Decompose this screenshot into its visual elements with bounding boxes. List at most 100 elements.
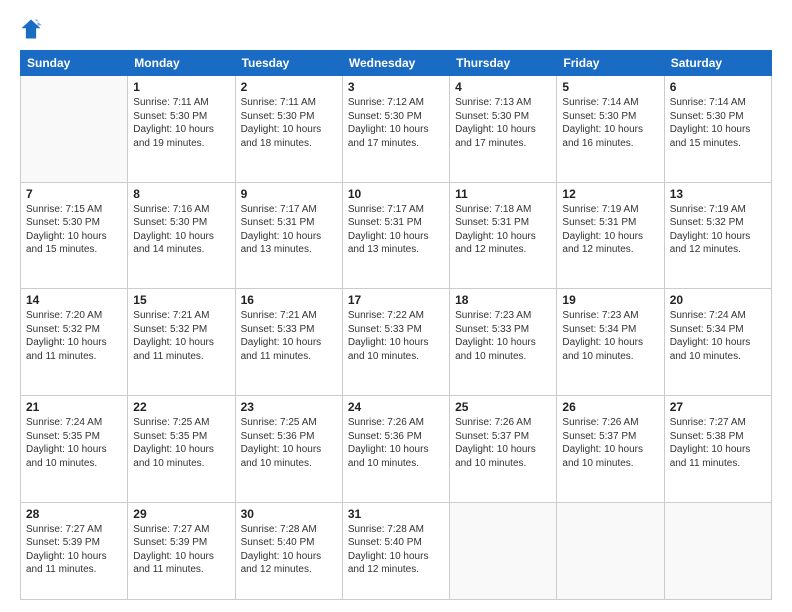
logo-icon bbox=[20, 18, 42, 40]
calendar: SundayMondayTuesdayWednesdayThursdayFrid… bbox=[20, 50, 772, 600]
calendar-cell bbox=[450, 502, 557, 599]
cell-info: Sunrise: 7:22 AM Sunset: 5:33 PM Dayligh… bbox=[348, 309, 444, 363]
cell-info: Sunrise: 7:26 AM Sunset: 5:36 PM Dayligh… bbox=[348, 416, 444, 470]
day-number: 12 bbox=[562, 187, 658, 201]
calendar-cell: 17 Sunrise: 7:22 AM Sunset: 5:33 PM Dayli… bbox=[342, 289, 449, 396]
cell-info: Sunrise: 7:25 AM Sunset: 5:35 PM Dayligh… bbox=[133, 416, 229, 470]
cell-info: Sunrise: 7:14 AM Sunset: 5:30 PM Dayligh… bbox=[562, 96, 658, 150]
calendar-cell: 1 Sunrise: 7:11 AM Sunset: 5:30 PM Daylig… bbox=[128, 76, 235, 183]
calendar-cell: 11Sunrise: 7:18 AM Sunset: 5:31 PM Dayli… bbox=[450, 182, 557, 289]
cell-info: Sunrise: 7:23 AM Sunset: 5:33 PM Dayligh… bbox=[455, 309, 551, 363]
day-number: 4 bbox=[455, 80, 551, 94]
cell-info: Sunrise: 7:21 AM Sunset: 5:33 PM Dayligh… bbox=[241, 309, 337, 363]
header bbox=[20, 18, 772, 40]
day-number: 31 bbox=[348, 507, 444, 521]
calendar-cell: 24 Sunrise: 7:26 AM Sunset: 5:36 PM Dayli… bbox=[342, 396, 449, 503]
cell-info: Sunrise: 7:19 AM Sunset: 5:31 PM Dayligh… bbox=[562, 203, 658, 257]
day-number: 8 bbox=[133, 187, 229, 201]
calendar-cell: 8Sunrise: 7:16 AM Sunset: 5:30 PM Daylig… bbox=[128, 182, 235, 289]
calendar-cell bbox=[557, 502, 664, 599]
cell-info: Sunrise: 7:27 AM Sunset: 5:39 PM Dayligh… bbox=[26, 523, 122, 577]
page: SundayMondayTuesdayWednesdayThursdayFrid… bbox=[0, 0, 792, 612]
day-number: 19 bbox=[562, 293, 658, 307]
calendar-cell: 15 Sunrise: 7:21 AM Sunset: 5:32 PM Dayli… bbox=[128, 289, 235, 396]
cell-info: Sunrise: 7:24 AM Sunset: 5:34 PM Dayligh… bbox=[670, 309, 766, 363]
weekday-header-row: SundayMondayTuesdayWednesdayThursdayFrid… bbox=[21, 51, 772, 76]
calendar-cell bbox=[664, 502, 771, 599]
day-number: 17 bbox=[348, 293, 444, 307]
weekday-header: Tuesday bbox=[235, 51, 342, 76]
day-number: 22 bbox=[133, 400, 229, 414]
calendar-cell: 31 Sunrise: 7:28 AM Sunset: 5:40 PM Dayli… bbox=[342, 502, 449, 599]
cell-info: Sunrise: 7:26 AM Sunset: 5:37 PM Dayligh… bbox=[562, 416, 658, 470]
calendar-week-row: 14 Sunrise: 7:20 AM Sunset: 5:32 PM Dayli… bbox=[21, 289, 772, 396]
calendar-week-row: 21 Sunrise: 7:24 AM Sunset: 5:35 PM Dayli… bbox=[21, 396, 772, 503]
cell-info: Sunrise: 7:20 AM Sunset: 5:32 PM Dayligh… bbox=[26, 309, 122, 363]
calendar-cell: 16 Sunrise: 7:21 AM Sunset: 5:33 PM Dayli… bbox=[235, 289, 342, 396]
day-number: 16 bbox=[241, 293, 337, 307]
calendar-cell: 13 Sunrise: 7:19 AM Sunset: 5:32 PM Dayli… bbox=[664, 182, 771, 289]
day-number: 15 bbox=[133, 293, 229, 307]
weekday-header: Thursday bbox=[450, 51, 557, 76]
cell-info: Sunrise: 7:18 AM Sunset: 5:31 PM Dayligh… bbox=[455, 203, 551, 257]
logo bbox=[20, 18, 46, 40]
calendar-cell: 6 Sunrise: 7:14 AM Sunset: 5:30 PM Daylig… bbox=[664, 76, 771, 183]
day-number: 29 bbox=[133, 507, 229, 521]
day-number: 27 bbox=[670, 400, 766, 414]
cell-info: Sunrise: 7:26 AM Sunset: 5:37 PM Dayligh… bbox=[455, 416, 551, 470]
weekday-header: Wednesday bbox=[342, 51, 449, 76]
cell-info: Sunrise: 7:17 AM Sunset: 5:31 PM Dayligh… bbox=[241, 203, 337, 257]
calendar-cell: 27 Sunrise: 7:27 AM Sunset: 5:38 PM Dayli… bbox=[664, 396, 771, 503]
day-number: 30 bbox=[241, 507, 337, 521]
calendar-cell: 3Sunrise: 7:12 AM Sunset: 5:30 PM Daylig… bbox=[342, 76, 449, 183]
calendar-cell: 22 Sunrise: 7:25 AM Sunset: 5:35 PM Dayli… bbox=[128, 396, 235, 503]
calendar-cell: 12 Sunrise: 7:19 AM Sunset: 5:31 PM Dayli… bbox=[557, 182, 664, 289]
day-number: 14 bbox=[26, 293, 122, 307]
cell-info: Sunrise: 7:23 AM Sunset: 5:34 PM Dayligh… bbox=[562, 309, 658, 363]
cell-info: Sunrise: 7:27 AM Sunset: 5:38 PM Dayligh… bbox=[670, 416, 766, 470]
calendar-week-row: 7Sunrise: 7:15 AM Sunset: 5:30 PM Daylig… bbox=[21, 182, 772, 289]
calendar-cell: 26 Sunrise: 7:26 AM Sunset: 5:37 PM Dayli… bbox=[557, 396, 664, 503]
day-number: 9 bbox=[241, 187, 337, 201]
calendar-cell: 19 Sunrise: 7:23 AM Sunset: 5:34 PM Dayli… bbox=[557, 289, 664, 396]
calendar-cell: 23Sunrise: 7:25 AM Sunset: 5:36 PM Dayli… bbox=[235, 396, 342, 503]
calendar-cell: 29 Sunrise: 7:27 AM Sunset: 5:39 PM Dayli… bbox=[128, 502, 235, 599]
day-number: 20 bbox=[670, 293, 766, 307]
day-number: 1 bbox=[133, 80, 229, 94]
calendar-cell: 18 Sunrise: 7:23 AM Sunset: 5:33 PM Dayli… bbox=[450, 289, 557, 396]
calendar-cell: 30 Sunrise: 7:28 AM Sunset: 5:40 PM Dayli… bbox=[235, 502, 342, 599]
cell-info: Sunrise: 7:17 AM Sunset: 5:31 PM Dayligh… bbox=[348, 203, 444, 257]
day-number: 25 bbox=[455, 400, 551, 414]
cell-info: Sunrise: 7:11 AM Sunset: 5:30 PM Dayligh… bbox=[133, 96, 229, 150]
day-number: 10 bbox=[348, 187, 444, 201]
cell-info: Sunrise: 7:27 AM Sunset: 5:39 PM Dayligh… bbox=[133, 523, 229, 577]
calendar-cell bbox=[21, 76, 128, 183]
calendar-cell: 7Sunrise: 7:15 AM Sunset: 5:30 PM Daylig… bbox=[21, 182, 128, 289]
day-number: 21 bbox=[26, 400, 122, 414]
calendar-cell: 9 Sunrise: 7:17 AM Sunset: 5:31 PM Daylig… bbox=[235, 182, 342, 289]
day-number: 23 bbox=[241, 400, 337, 414]
cell-info: Sunrise: 7:14 AM Sunset: 5:30 PM Dayligh… bbox=[670, 96, 766, 150]
cell-info: Sunrise: 7:21 AM Sunset: 5:32 PM Dayligh… bbox=[133, 309, 229, 363]
cell-info: Sunrise: 7:11 AM Sunset: 5:30 PM Dayligh… bbox=[241, 96, 337, 150]
cell-info: Sunrise: 7:12 AM Sunset: 5:30 PM Dayligh… bbox=[348, 96, 444, 150]
calendar-cell: 4Sunrise: 7:13 AM Sunset: 5:30 PM Daylig… bbox=[450, 76, 557, 183]
weekday-header: Sunday bbox=[21, 51, 128, 76]
cell-info: Sunrise: 7:28 AM Sunset: 5:40 PM Dayligh… bbox=[241, 523, 337, 577]
cell-info: Sunrise: 7:28 AM Sunset: 5:40 PM Dayligh… bbox=[348, 523, 444, 577]
day-number: 28 bbox=[26, 507, 122, 521]
day-number: 7 bbox=[26, 187, 122, 201]
day-number: 2 bbox=[241, 80, 337, 94]
calendar-cell: 10 Sunrise: 7:17 AM Sunset: 5:31 PM Dayli… bbox=[342, 182, 449, 289]
day-number: 6 bbox=[670, 80, 766, 94]
calendar-cell: 5Sunrise: 7:14 AM Sunset: 5:30 PM Daylig… bbox=[557, 76, 664, 183]
cell-info: Sunrise: 7:24 AM Sunset: 5:35 PM Dayligh… bbox=[26, 416, 122, 470]
day-number: 26 bbox=[562, 400, 658, 414]
day-number: 13 bbox=[670, 187, 766, 201]
day-number: 18 bbox=[455, 293, 551, 307]
calendar-cell: 25 Sunrise: 7:26 AM Sunset: 5:37 PM Dayli… bbox=[450, 396, 557, 503]
day-number: 24 bbox=[348, 400, 444, 414]
weekday-header: Friday bbox=[557, 51, 664, 76]
calendar-cell: 28 Sunrise: 7:27 AM Sunset: 5:39 PM Dayli… bbox=[21, 502, 128, 599]
cell-info: Sunrise: 7:19 AM Sunset: 5:32 PM Dayligh… bbox=[670, 203, 766, 257]
